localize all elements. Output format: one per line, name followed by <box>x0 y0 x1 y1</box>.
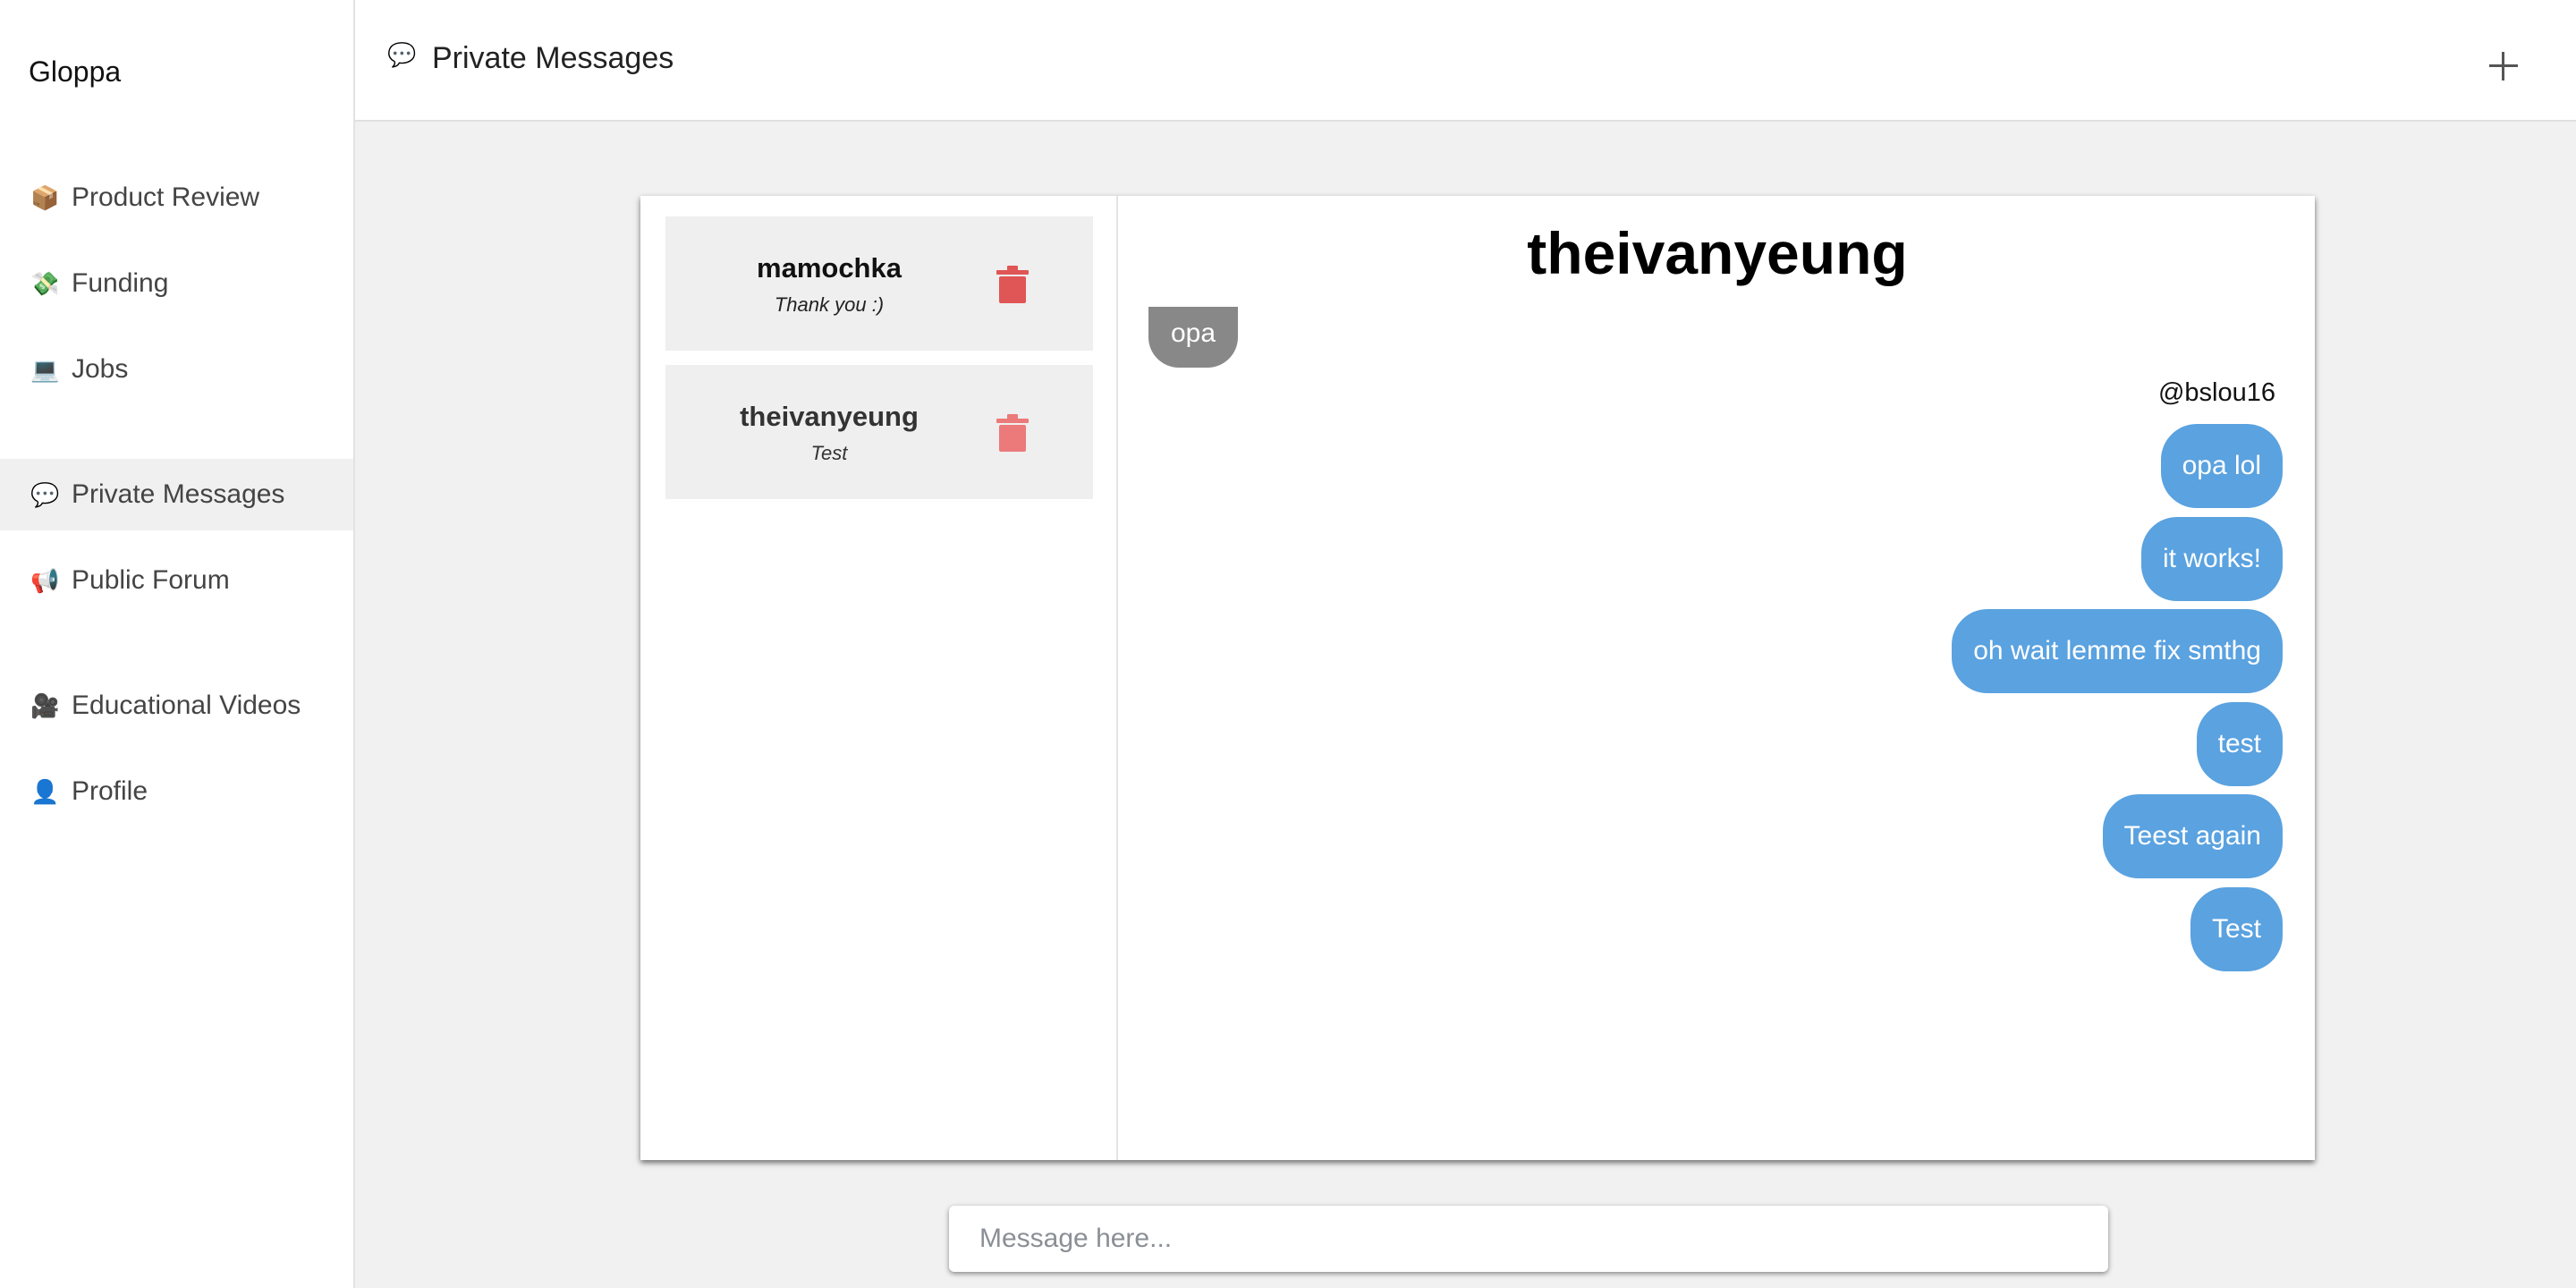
conversation-item[interactable]: mamochka Thank you :) <box>665 216 1093 351</box>
sidebar-item-label: Jobs <box>72 354 129 384</box>
outgoing-message: oh wait lemme fix smthg <box>1952 609 2283 693</box>
conversation-list: mamochka Thank you :) theivanyeung Test <box>640 196 1118 1160</box>
sidebar-item-product-review[interactable]: 📦 Product Review <box>0 162 353 233</box>
message-input[interactable] <box>949 1206 2108 1272</box>
sidebar-item-jobs[interactable]: 💻 Jobs <box>0 334 353 405</box>
speech-bubble-icon: 💬 <box>387 41 417 68</box>
sender-label: @bslou16 <box>2157 378 2275 407</box>
conversation-preview: Thank you :) <box>774 293 885 316</box>
package-icon: 📦 <box>30 184 60 211</box>
outgoing-message: Teest again <box>2102 794 2283 878</box>
laptop-icon: 💻 <box>30 356 60 383</box>
conversation-item[interactable]: theivanyeung Test <box>665 365 1093 499</box>
conversation-name: mamochka <box>757 252 902 284</box>
sidebar-item-label: Public Forum <box>72 565 230 595</box>
outgoing-message: Test <box>2190 887 2283 971</box>
outgoing-message: test <box>2196 702 2283 786</box>
trash-icon[interactable] <box>996 266 1029 303</box>
sidebar-item-funding[interactable]: 💸 Funding <box>0 248 353 319</box>
chat-panel: mamochka Thank you :) theivanyeung Test … <box>640 196 2315 1160</box>
sidebar-item-educational-videos[interactable]: 🎥 Educational Videos <box>0 670 353 741</box>
speech-bubble-icon: 💬 <box>30 481 60 508</box>
sidebar-item-public-forum[interactable]: 📢 Public Forum <box>0 545 353 616</box>
incoming-message: opa <box>1148 307 1238 368</box>
sidebar-item-label: Profile <box>72 776 148 806</box>
conversation-name: theivanyeung <box>740 401 919 432</box>
new-message-button[interactable] <box>2482 45 2523 86</box>
money-icon: 💸 <box>30 270 60 297</box>
megaphone-icon: 📢 <box>30 567 60 594</box>
page-title: Private Messages <box>432 41 674 75</box>
sidebar-item-label: Private Messages <box>72 479 285 509</box>
sidebar-item-profile[interactable]: 👤 Profile <box>0 756 353 827</box>
user-icon: 👤 <box>30 778 60 805</box>
trash-icon[interactable] <box>996 414 1029 452</box>
top-header: 💬 Private Messages <box>355 0 2576 122</box>
conversation-preview: Test <box>810 442 848 464</box>
sidebar-item-private-messages[interactable]: 💬 Private Messages <box>0 459 353 530</box>
brand-logo[interactable]: Gloppa <box>29 55 121 89</box>
outgoing-message: it works! <box>2140 517 2283 601</box>
message-thread: theivanyeung opa @bslou16 opa lol it wor… <box>1120 196 2315 1160</box>
outgoing-message: opa lol <box>2160 424 2283 508</box>
camera-icon: 🎥 <box>30 692 60 719</box>
sidebar-item-label: Educational Videos <box>72 691 301 720</box>
sidebar-item-label: Product Review <box>72 182 260 212</box>
thread-title: theivanyeung <box>1527 220 1908 286</box>
sidebar-item-label: Funding <box>72 268 169 298</box>
message-composer <box>949 1206 2108 1272</box>
sidebar: Gloppa 📦 Product Review 💸 Funding 💻 Jobs… <box>0 0 355 1288</box>
